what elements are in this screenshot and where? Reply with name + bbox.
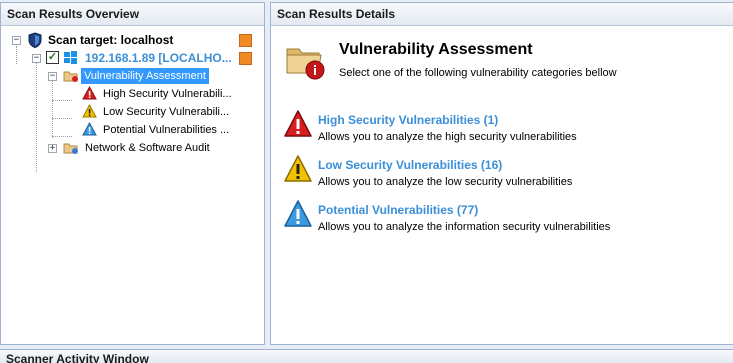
collapse-vuln-toggle[interactable]: −: [48, 72, 57, 81]
tree-item-potential[interactable]: Potential Vulnerabilities ...: [103, 122, 229, 138]
potential-vulnerabilities-link[interactable]: Potential Vulnerabilities (77): [318, 203, 478, 217]
low-vulnerabilities-desc: Allows you to analyze the low security v…: [318, 176, 573, 188]
details-subheading: Select one of the following vulnerabilit…: [339, 67, 617, 79]
tree-item-low-security[interactable]: Low Security Vulnerabili...: [103, 104, 229, 120]
tree-item-vulnerability-assessment[interactable]: Vulnerability Assessment: [81, 68, 209, 84]
high-vulnerabilities-desc: Allows you to analyze the high security …: [318, 131, 577, 143]
high-vulnerabilities-link[interactable]: High Security Vulnerabilities (1): [318, 113, 498, 127]
tree-item-network-audit[interactable]: Network & Software Audit: [85, 140, 210, 156]
low-warning-icon: [82, 104, 97, 118]
high-severity-icon: [284, 110, 312, 137]
high-warning-icon: [82, 86, 97, 100]
scan-target-label[interactable]: Scan target: localhost: [48, 32, 173, 48]
host-checkbox[interactable]: ✓: [46, 51, 59, 64]
activity-panel-title: Scanner Activity Window: [6, 352, 149, 363]
potential-vulnerabilities-desc: Allows you to analyze the information se…: [318, 221, 611, 233]
folder-vulnerability-icon: [286, 48, 325, 80]
scan-results-details-panel: Scan Results Details Vulnerability Asses…: [270, 2, 733, 345]
details-heading: Vulnerability Assessment: [339, 41, 533, 58]
collapse-root-toggle[interactable]: −: [12, 36, 21, 45]
host-status-badge: [239, 52, 252, 65]
low-vulnerabilities-link[interactable]: Low Security Vulnerabilities (16): [318, 158, 502, 172]
host-label[interactable]: 192.168.1.89 [LOCALHO...: [85, 50, 232, 66]
folder-network-icon: [63, 143, 78, 154]
collapse-host-toggle[interactable]: −: [32, 54, 41, 63]
potential-severity-icon: [284, 200, 312, 227]
shield-scan-icon: [28, 32, 42, 48]
windows-icon: [64, 51, 77, 64]
scanner-activity-panel: Scanner Activity Window: [0, 349, 733, 363]
low-severity-icon: [284, 155, 312, 182]
scan-target-status-badge: [239, 34, 252, 47]
tree-item-high-security[interactable]: High Security Vulnerabili...: [103, 86, 232, 102]
scan-results-overview-panel: Scan Results Overview − Scan target: loc…: [0, 2, 265, 345]
details-panel-title: Scan Results Details: [271, 3, 733, 26]
overview-panel-title: Scan Results Overview: [1, 3, 264, 26]
expand-network-toggle[interactable]: +: [48, 144, 57, 153]
info-warning-icon: [82, 122, 97, 136]
folder-warning-icon: [63, 71, 78, 82]
